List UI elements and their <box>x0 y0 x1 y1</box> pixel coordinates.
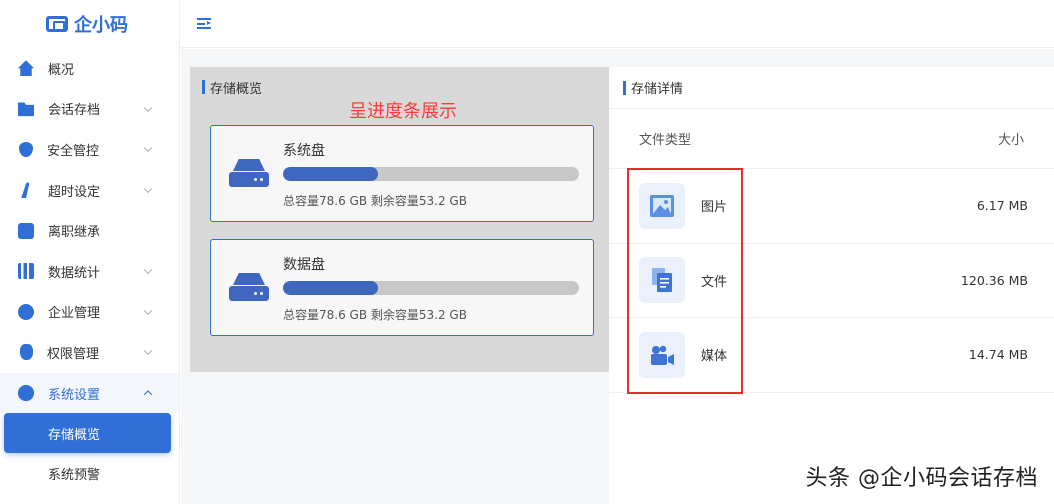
table-row[interactable]: 图片 6.17 MB <box>609 169 1054 244</box>
sidebar-item-enterprise[interactable]: 企业管理 <box>0 292 179 333</box>
disk-progress-fill <box>283 281 378 295</box>
disk-name: 数据盘 <box>283 257 325 273</box>
sidebar-menu: 概况 会话存档 安全管控 超时设定 离职继承 数据统计 企业管理 权限管理 系统… <box>0 48 179 493</box>
sidebar-item-label: 系统设置 <box>48 387 101 403</box>
video-camera-icon <box>639 331 685 378</box>
sidebar-item-label: 概况 <box>48 62 75 78</box>
sidebar-item-system-settings[interactable]: 系统设置 <box>0 372 179 414</box>
file-size-value: 6.17 MB <box>976 198 1028 214</box>
sidebar-item-statistics[interactable]: 数据统计 <box>0 251 179 292</box>
sidebar-item-overview[interactable]: 概况 <box>0 48 179 89</box>
sidebar-item-session-archive[interactable]: 会话存档 <box>0 89 179 130</box>
home-icon <box>18 60 34 77</box>
watermark: 头条 @企小码会话存档 <box>805 466 1038 491</box>
disk-progress-bar <box>283 281 579 295</box>
menu-collapse-icon[interactable] <box>197 18 211 29</box>
disk-capacity-text: 总容量78.6 GB 剩余容量53.2 GB <box>283 194 467 208</box>
chevron-down-icon <box>143 144 153 153</box>
file-type-label: 文件 <box>701 274 728 290</box>
sidebar-subitem-label: 系统预警 <box>48 467 101 483</box>
disk-progress-fill <box>283 167 378 181</box>
user-transfer-icon <box>18 222 34 239</box>
sidebar-item-label: 安全管控 <box>47 143 100 159</box>
sidebar-item-permissions[interactable]: 权限管理 <box>0 332 179 373</box>
sidebar: 企小码 概况 会话存档 安全管控 超时设定 离职继承 数据统计 企业管理 权限管… <box>0 0 180 504</box>
storage-overview-panel: 存储概览 呈进度条展示 系统盘 总容量78.6 GB 剩余容量53.2 GB 数… <box>190 67 609 372</box>
chevron-down-icon <box>143 306 153 315</box>
sidebar-subitem-label: 存储概览 <box>48 427 101 443</box>
sidebar-item-label: 会话存档 <box>48 103 101 119</box>
column-header-type: 文件类型 <box>639 133 692 148</box>
chevron-down-icon <box>143 103 153 112</box>
sidebar-item-label: 企业管理 <box>48 306 101 322</box>
progress-annotation: 呈进度条展示 <box>349 101 457 122</box>
disk-capacity-text: 总容量78.6 GB 剩余容量53.2 GB <box>283 308 467 322</box>
enterprise-icon <box>18 303 34 320</box>
hard-drive-icon <box>229 159 269 187</box>
brand-logo[interactable]: 企小码 <box>0 0 179 48</box>
document-icon <box>639 257 685 304</box>
sidebar-subitem-system-alert[interactable]: 系统预警 <box>0 453 179 493</box>
sidebar-item-security[interactable]: 安全管控 <box>0 129 179 170</box>
file-size-value: 120.36 MB <box>960 272 1028 288</box>
main-content: 存储概览 呈进度条展示 系统盘 总容量78.6 GB 剩余容量53.2 GB 数… <box>181 49 1054 504</box>
folder-icon <box>18 102 34 117</box>
hard-drive-icon <box>229 273 269 301</box>
gear-icon <box>18 385 34 402</box>
sidebar-item-label: 超时设定 <box>48 184 101 200</box>
shield-icon <box>19 141 33 157</box>
disk-progress-bar <box>283 167 579 181</box>
sidebar-item-timeout[interactable]: 超时设定 <box>0 170 179 211</box>
sidebar-item-label: 数据统计 <box>48 265 101 281</box>
column-header-size: 大小 <box>997 133 1024 148</box>
chevron-down-icon <box>143 184 153 194</box>
file-type-label: 媒体 <box>701 349 728 365</box>
table-row[interactable]: 媒体 14.74 MB <box>609 318 1054 393</box>
top-bar <box>181 0 1054 48</box>
timer-icon <box>21 182 30 199</box>
disk-card-data[interactable]: 数据盘 总容量78.6 GB 剩余容量53.2 GB <box>210 239 594 336</box>
brand-name: 企小码 <box>74 15 128 36</box>
chevron-down-icon <box>143 347 153 356</box>
chevron-down-icon <box>143 265 153 275</box>
chevron-up-icon <box>143 390 153 399</box>
file-type-label: 图片 <box>701 200 728 216</box>
table-header: 文件类型 大小 <box>609 109 1054 169</box>
storage-details-panel: 存储详情 文件类型 大小 图片 6.17 MB 文件 120.36 MB 媒体 … <box>609 67 1054 504</box>
disk-card-system[interactable]: 系统盘 总容量78.6 GB 剩余容量53.2 GB <box>210 125 594 222</box>
sidebar-item-label: 离职继承 <box>48 225 101 241</box>
table-row[interactable]: 文件 120.36 MB <box>609 244 1054 318</box>
sidebar-subitem-storage-overview[interactable]: 存储概览 <box>4 413 171 454</box>
disk-name: 系统盘 <box>283 143 325 159</box>
storage-details-title: 存储详情 <box>609 67 1054 109</box>
file-size-value: 14.74 MB <box>968 347 1028 363</box>
logo-icon <box>46 16 68 32</box>
bar-chart-icon <box>18 263 34 280</box>
image-icon <box>639 182 685 229</box>
sidebar-item-label: 权限管理 <box>47 346 100 362</box>
lock-icon <box>20 344 33 361</box>
sidebar-item-resignation[interactable]: 离职继承 <box>0 210 179 251</box>
